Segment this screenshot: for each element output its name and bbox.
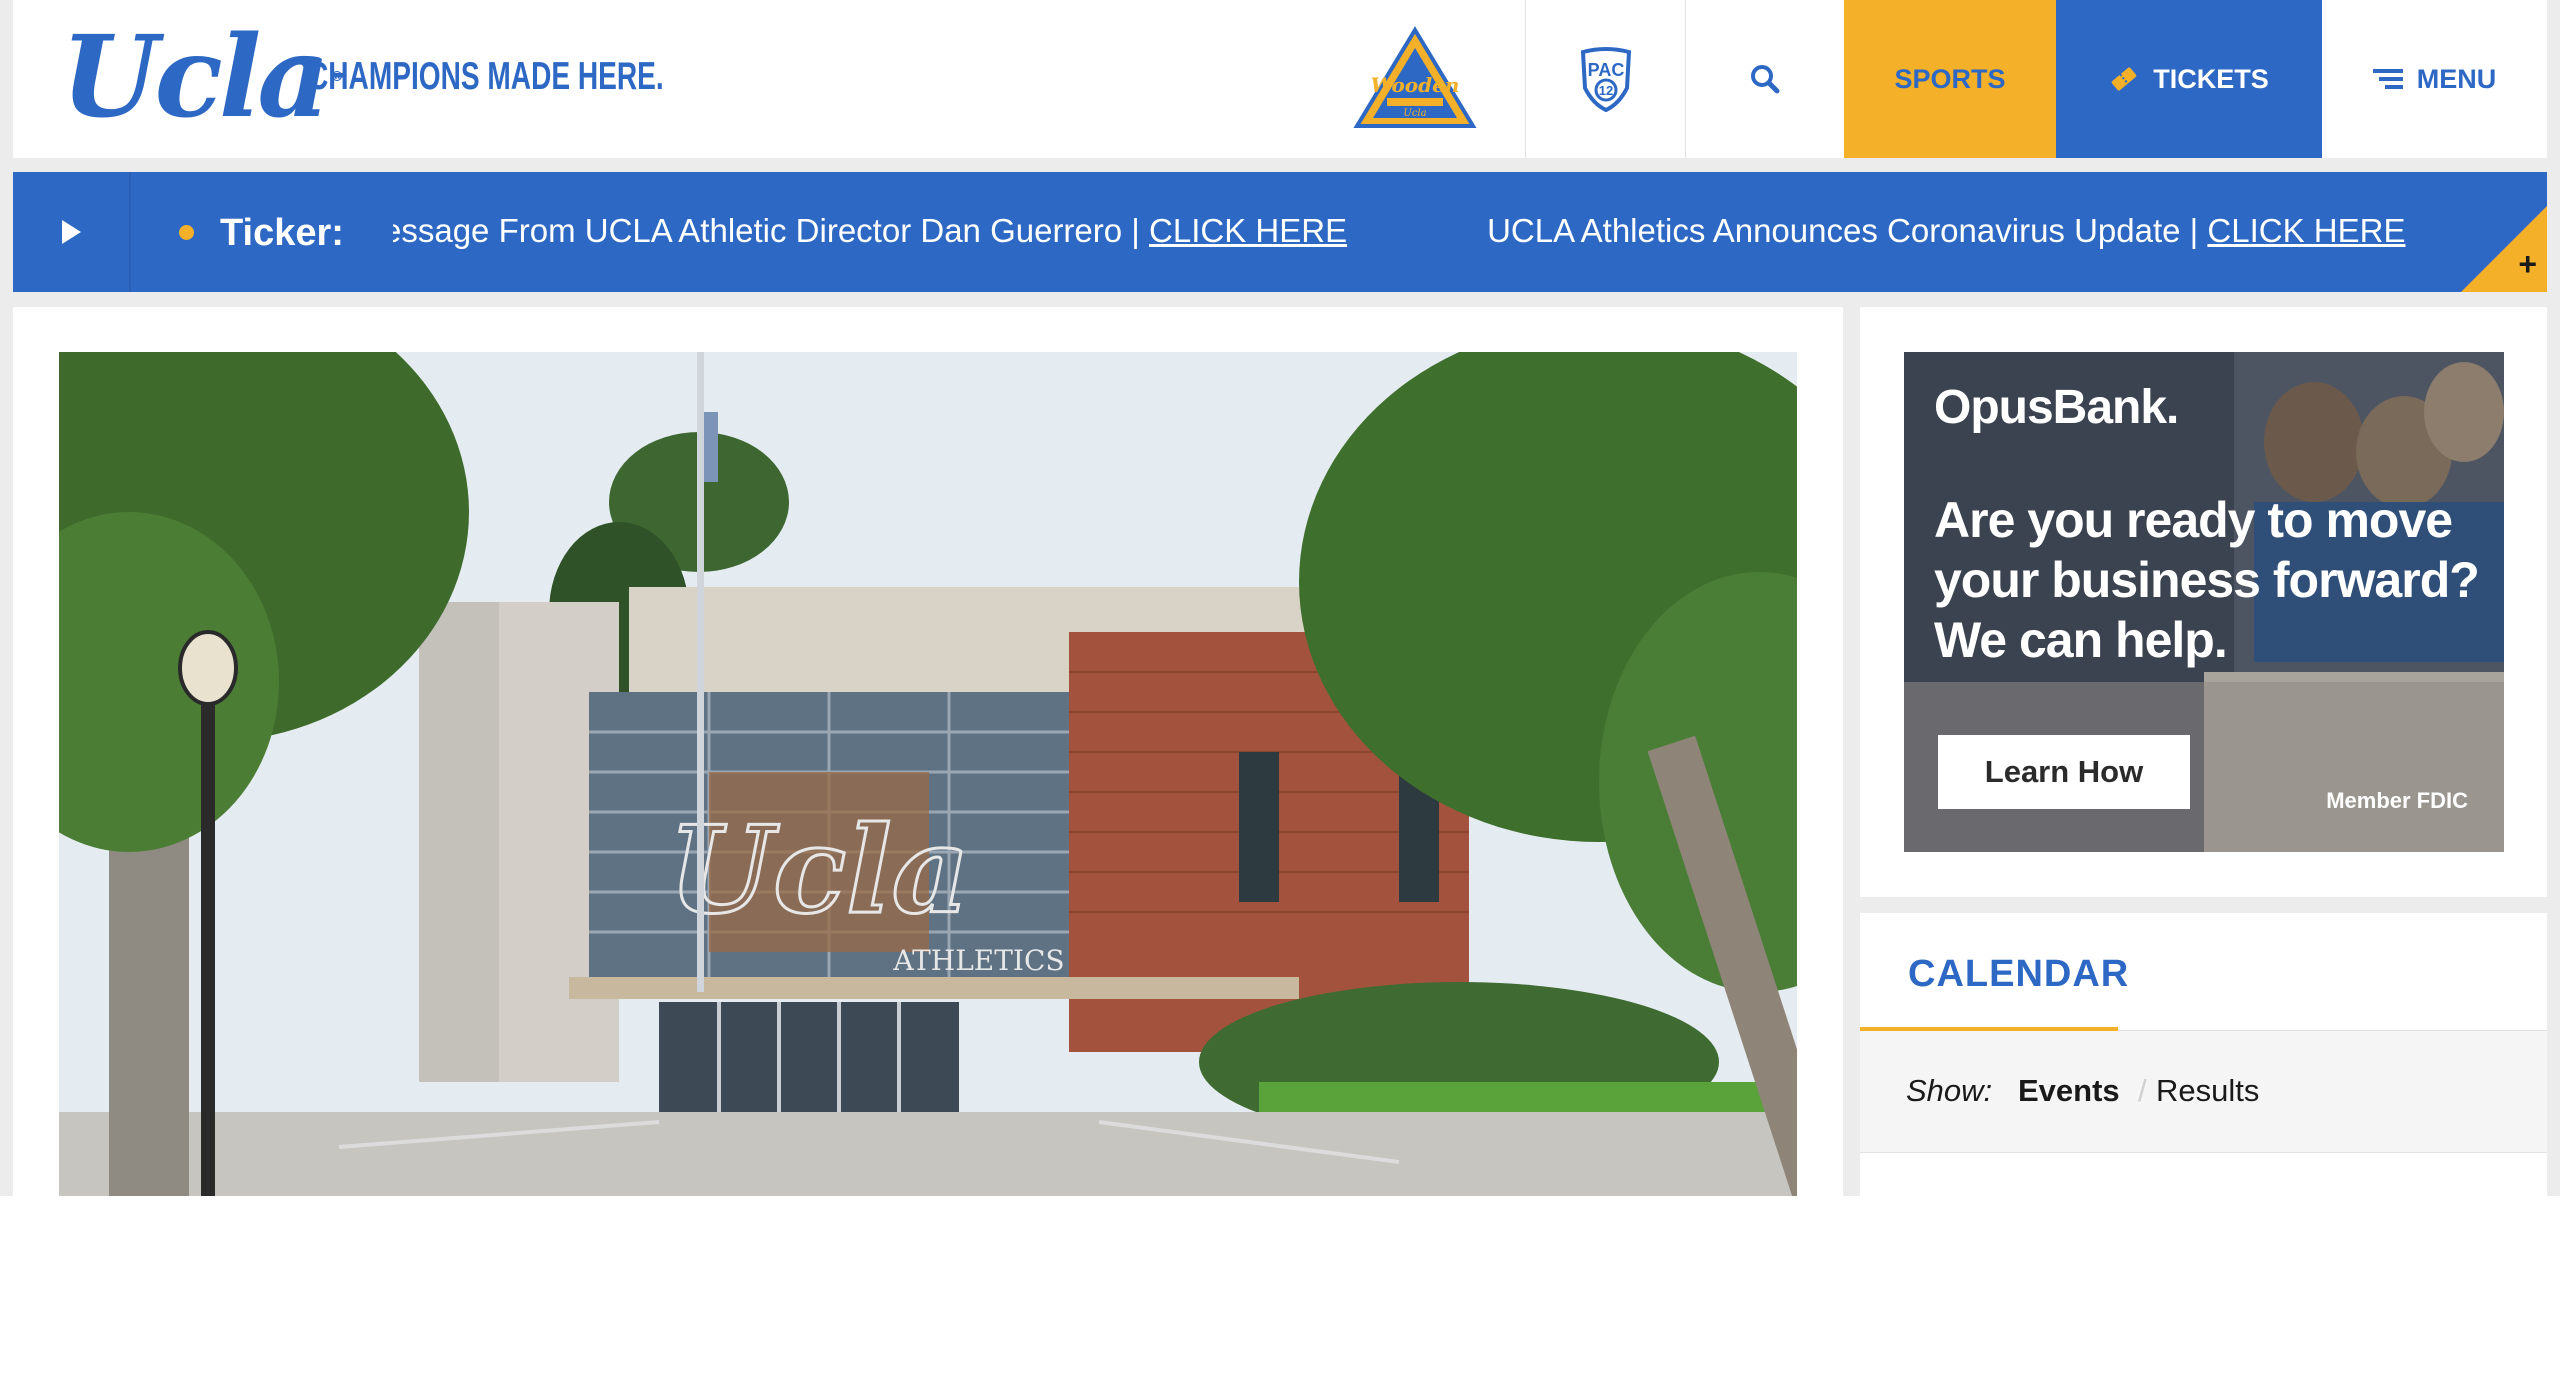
ticker-item: essage From UCLA Athletic Director Dan G… — [393, 212, 1348, 249]
plus-icon[interactable]: + — [2518, 248, 2537, 280]
ticker-track: essage From UCLA Athletic Director Dan G… — [393, 172, 2543, 292]
learn-how-button[interactable]: Learn How — [1938, 735, 2190, 809]
tickets-label: TICKETS — [2153, 63, 2269, 94]
tickets-nav-button[interactable]: TICKETS — [2056, 0, 2322, 158]
ticker-link[interactable]: CLICK HERE — [2207, 212, 2405, 249]
search-button[interactable] — [1685, 0, 1844, 158]
pac12-logo: PAC 12 — [1580, 47, 1631, 112]
ticket-icon — [2109, 64, 2139, 94]
sidebar-ad-panel: OpusBank. Are you ready to move your bus… — [1860, 307, 2547, 897]
search-icon — [1751, 65, 1780, 94]
play-icon — [62, 220, 81, 244]
pac12-link[interactable]: PAC 12 — [1525, 0, 1685, 158]
news-ticker: Ticker: essage From UCLA Athletic Direct… — [13, 172, 2547, 292]
hero-image: Ucla ATHLETICS — [59, 352, 1797, 1202]
filter-results[interactable]: Results — [2156, 1073, 2259, 1109]
calendar-title[interactable]: CALENDAR — [1908, 953, 2129, 996]
show-label: Show: — [1906, 1073, 1993, 1108]
ad-fdic: Member FDIC — [2326, 788, 2468, 813]
menu-label: MENU — [2416, 63, 2497, 94]
menu-lines-icon — [2372, 67, 2403, 91]
ticker-items: essage From UCLA Athletic Director Dan G… — [393, 212, 2543, 250]
filter-events[interactable]: Events — [2018, 1073, 2120, 1109]
ticker-dot — [179, 225, 194, 240]
ticker-link[interactable]: CLICK HERE — [1149, 212, 1347, 249]
ticker-item: UCLA Athletics Announces Coronavirus Upd… — [1487, 212, 2406, 249]
opus-bank-ad[interactable]: OpusBank. Are you ready to move your bus… — [1904, 352, 2504, 852]
ad-brand: OpusBank. — [1934, 381, 2179, 434]
ucla-logo[interactable]: Ucla ® — [61, 22, 344, 134]
page-bottom-blank — [0, 1196, 2560, 1378]
filter-separator: / — [2138, 1073, 2147, 1108]
svg-text:Ucla: Ucla — [1403, 108, 1426, 119]
logo-text: Ucla — [61, 12, 330, 143]
svg-text:Wooden: Wooden — [1371, 73, 1460, 97]
ticker-label: Ticker: — [220, 212, 344, 254]
calendar-filter-bar: Show: Events / Results — [1860, 1031, 2547, 1153]
hero-image-athletics-building[interactable]: Ucla ATHLETICS — [59, 352, 1797, 1202]
sports-nav-button[interactable]: SPORTS — [1844, 0, 2056, 158]
sports-label: SPORTS — [1894, 63, 2006, 94]
ad-headline: Are you ready to move your business forw… — [1934, 492, 2480, 668]
svg-text:PAC: PAC — [1587, 60, 1624, 80]
ticker-play-button[interactable] — [13, 172, 131, 292]
menu-button[interactable]: MENU — [2322, 0, 2547, 158]
svg-text:12: 12 — [1598, 83, 1612, 98]
svg-text:ATHLETICS: ATHLETICS — [892, 944, 1064, 977]
calendar-header: CALENDAR — [1860, 913, 2547, 1031]
wooden-athletic-fund-logo[interactable]: Wooden Ucla — [1353, 26, 1477, 130]
tagline: CHAMPIONS MADE HERE. — [308, 55, 664, 98]
site-header: Ucla ® CHAMPIONS MADE HERE. Wooden Ucla P… — [13, 0, 2547, 158]
svg-text:Ucla: Ucla — [668, 800, 969, 941]
